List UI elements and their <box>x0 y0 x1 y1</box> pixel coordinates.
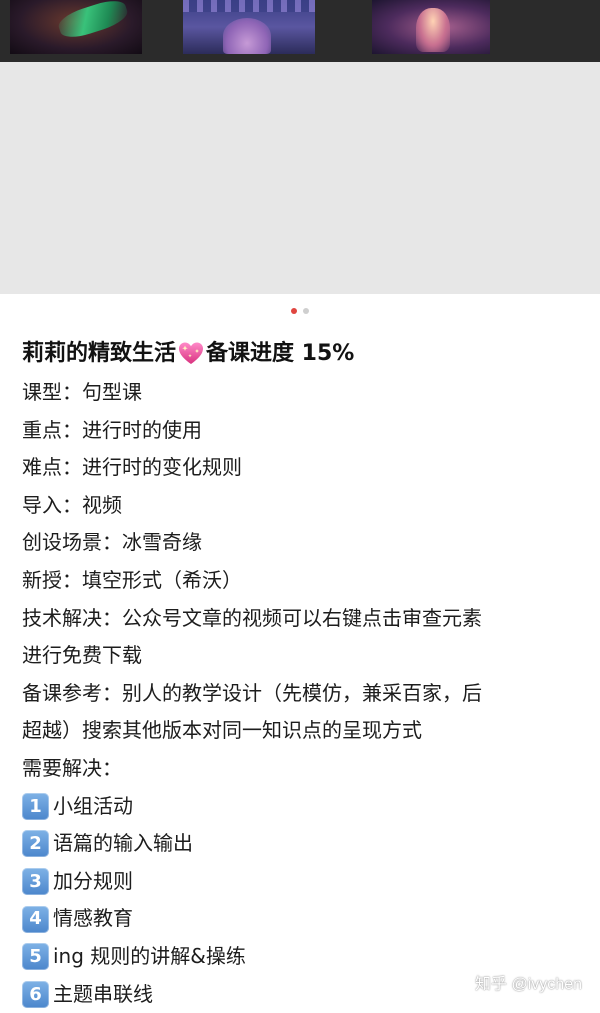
post-title: 莉莉的精致生活 备课进度 15% <box>22 334 582 374</box>
todo-item-text: 语篇的输入输出 <box>53 825 193 863</box>
scenario-line: 创设场景：冰雪奇缘 <box>22 524 582 562</box>
zhihu-watermark: 知乎 @ivychen <box>475 970 582 994</box>
todo-item-text: 主题串联线 <box>53 976 153 1013</box>
todo-item: 4 情感教育 <box>22 900 582 938</box>
video-thumbnail-3[interactable] <box>372 0 490 54</box>
todo-item: 1 小组活动 <box>22 788 582 826</box>
image-placeholder[interactable] <box>0 62 600 294</box>
video-thumbnail-2[interactable] <box>183 0 315 54</box>
new-lesson-line: 新授：填空形式（希沃） <box>22 562 582 600</box>
tech-solution-line: 技术解决：公众号文章的视频可以右键点击审查元素 <box>22 600 582 638</box>
todo-item-text: ing 规则的讲解&操练 <box>53 938 246 976</box>
video-thumbnail-1[interactable] <box>10 0 142 54</box>
course-type-line: 课型：句型课 <box>22 374 582 412</box>
carousel-dot[interactable] <box>303 308 309 314</box>
title-text-part1: 莉莉的精致生活 <box>22 341 176 366</box>
photo-strip <box>0 0 600 62</box>
focus-line: 重点：进行时的使用 <box>22 412 582 450</box>
keycap-2-icon: 2 <box>22 830 49 857</box>
carousel-dot-active[interactable] <box>291 308 297 314</box>
todo-item: 3 加分规则 <box>22 863 582 901</box>
keycap-1-icon: 1 <box>22 793 49 820</box>
title-text-part2: 备课进度 15% <box>206 341 354 366</box>
sparkling-heart-icon <box>177 340 205 366</box>
reference-line: 备课参考：别人的教学设计（先模仿，兼采百家，后 <box>22 675 582 713</box>
todo-item-text: 情感教育 <box>53 900 133 938</box>
difficulty-line: 难点：进行时的变化规则 <box>22 449 582 487</box>
todo-item: 2 语篇的输入输出 <box>22 825 582 863</box>
post-content: 莉莉的精致生活 备课进度 15% 课型：句型课 重点：进行时的使用 难点：进行时… <box>22 334 582 1013</box>
todo-item-text: 加分规则 <box>53 863 133 901</box>
keycap-6-icon: 6 <box>22 981 49 1008</box>
keycap-5-icon: 5 <box>22 943 49 970</box>
todo-heading: 需要解决： <box>22 750 582 788</box>
intro-line: 导入：视频 <box>22 487 582 525</box>
tech-solution-line-cont: 进行免费下载 <box>22 637 582 675</box>
todo-item-text: 小组活动 <box>53 788 133 826</box>
reference-line-cont: 超越）搜索其他版本对同一知识点的呈现方式 <box>22 712 582 750</box>
keycap-4-icon: 4 <box>22 906 49 933</box>
keycap-3-icon: 3 <box>22 868 49 895</box>
carousel-dots <box>0 308 600 316</box>
